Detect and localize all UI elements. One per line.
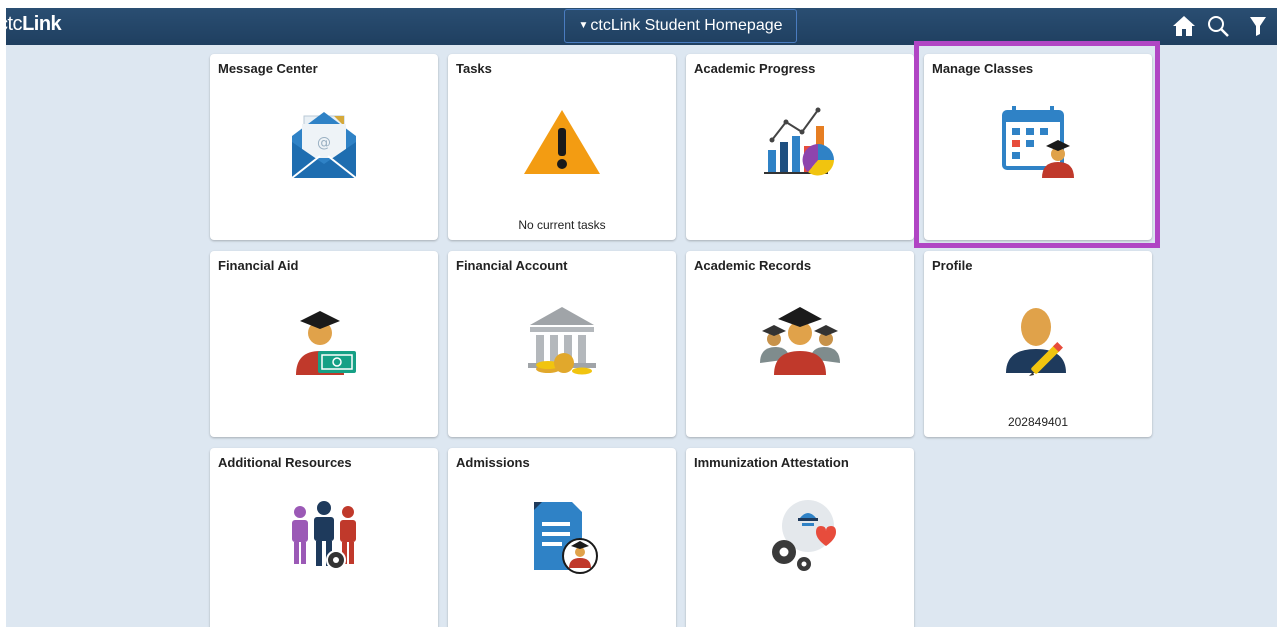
document-student-icon	[534, 502, 598, 574]
tile-additional-resources[interactable]: Additional Resources	[210, 448, 438, 627]
ctclink-logo[interactable]: ctcLink	[6, 13, 62, 36]
tile-tasks[interactable]: Tasks No current tasks	[448, 54, 676, 240]
tile-academic-records[interactable]: Academic Records	[686, 251, 914, 437]
search-icon[interactable]	[1206, 14, 1230, 38]
tile-title: Manage Classes	[932, 61, 1034, 76]
chevron-down-icon: ▼	[578, 20, 589, 31]
notifications-icon[interactable]	[1246, 14, 1270, 38]
tile-profile[interactable]: Profile 202849401	[924, 251, 1152, 437]
homepage-selector[interactable]: ▼ ctcLink Student Homepage	[564, 9, 797, 43]
bank-coins-icon	[528, 307, 596, 375]
top-header-bar: ctcLink ▼ctcLink Student Homepage	[6, 8, 1277, 45]
tile-title: Immunization Attestation	[694, 455, 849, 470]
tile-title: Profile	[932, 258, 973, 273]
progress-chart-icon	[764, 107, 834, 176]
envelope-icon: @	[291, 112, 357, 179]
tile-academic-progress[interactable]: Academic Progress	[686, 54, 914, 240]
profile-edit-icon	[1006, 308, 1066, 376]
health-gears-icon	[772, 500, 836, 571]
tile-message-center[interactable]: Message Center @	[210, 54, 438, 240]
calendar-student-icon	[1002, 106, 1074, 178]
tile-title: Academic Records	[694, 258, 812, 273]
warning-icon	[524, 110, 600, 174]
tile-title: Message Center	[218, 61, 318, 76]
tile-immunization-attestation[interactable]: Immunization Attestation	[686, 448, 914, 627]
tile-title: Additional Resources	[218, 455, 352, 470]
tile-financial-aid[interactable]: Financial Aid	[210, 251, 438, 437]
tile-title: Academic Progress	[694, 61, 816, 76]
page: ctcLink ▼ctcLink Student Homepage Messag…	[6, 8, 1277, 627]
homepage-selector-label: ctcLink Student Homepage	[590, 17, 783, 34]
people-gear-icon	[292, 501, 356, 570]
tasks-status: No current tasks	[518, 218, 606, 232]
tile-title: Financial Account	[456, 258, 568, 273]
tile-title: Financial Aid	[218, 258, 299, 273]
profile-id: 202849401	[1007, 415, 1069, 429]
tile-title: Admissions	[456, 455, 530, 470]
tile-admissions[interactable]: Admissions	[448, 448, 676, 627]
svg-text:@: @	[317, 135, 331, 151]
tile-financial-account[interactable]: Financial Account	[448, 251, 676, 437]
home-icon[interactable]	[1172, 14, 1196, 38]
tile-manage-classes[interactable]: Manage Classes	[924, 54, 1152, 240]
graduate-money-icon	[296, 311, 356, 375]
graduates-icon	[760, 307, 840, 375]
tile-title: Tasks	[456, 61, 492, 76]
